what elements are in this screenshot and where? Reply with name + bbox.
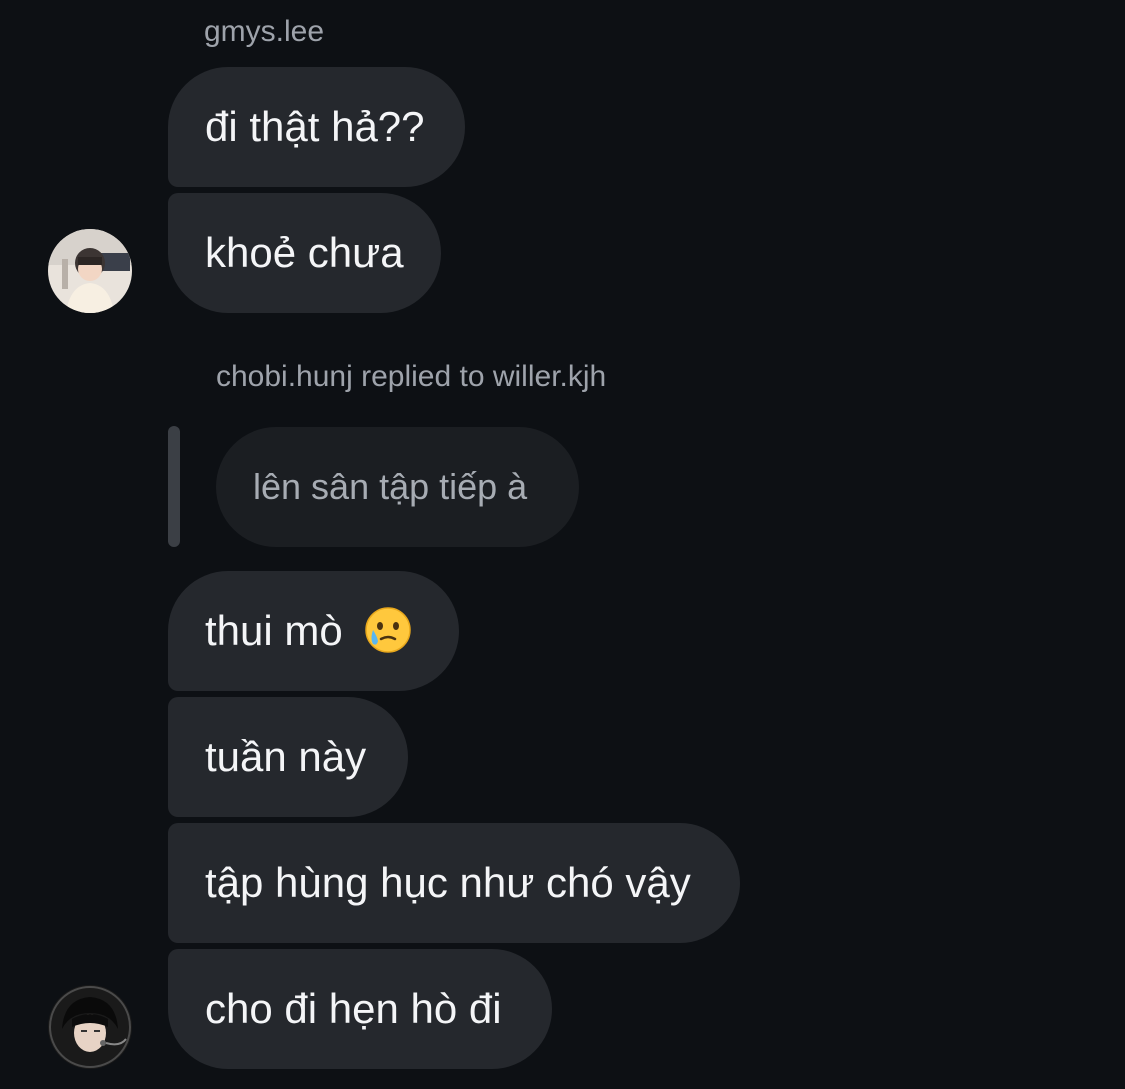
message-text: tập hùng hục như chó vậy — [205, 859, 691, 906]
message-bubble[interactable]: cho đi hẹn hò đi — [168, 949, 552, 1069]
reply-indicator-bar — [168, 426, 180, 547]
sender-name: gmys.lee — [204, 15, 325, 48]
avatar-photo-icon — [48, 985, 132, 1069]
message-bubble[interactable]: tuần này — [168, 697, 408, 817]
avatar-photo-icon — [48, 229, 132, 313]
avatar[interactable] — [48, 229, 132, 313]
message-bubble[interactable]: thui mò — [168, 571, 459, 691]
message-bubble[interactable]: tập hùng hục như chó vậy — [168, 823, 740, 943]
message-text: cho đi hẹn hò đi — [205, 985, 502, 1032]
avatar[interactable] — [48, 985, 132, 1069]
message-text: đi thật hả?? — [205, 103, 425, 150]
message-text: khoẻ chưa — [205, 229, 404, 276]
message-bubble[interactable]: đi thật hả?? — [168, 67, 465, 187]
quoted-message-text: lên sân tập tiếp à — [253, 466, 528, 507]
message-text: thui mò — [205, 607, 343, 654]
face-holding-back-tears-icon — [365, 607, 412, 653]
message-text: tuần này — [205, 733, 367, 780]
reply-header: chobi.hunj replied to willer.kjh — [216, 360, 607, 393]
quoted-message-bubble[interactable]: lên sân tập tiếp à — [216, 427, 579, 547]
message-bubble[interactable]: khoẻ chưa — [168, 193, 441, 313]
